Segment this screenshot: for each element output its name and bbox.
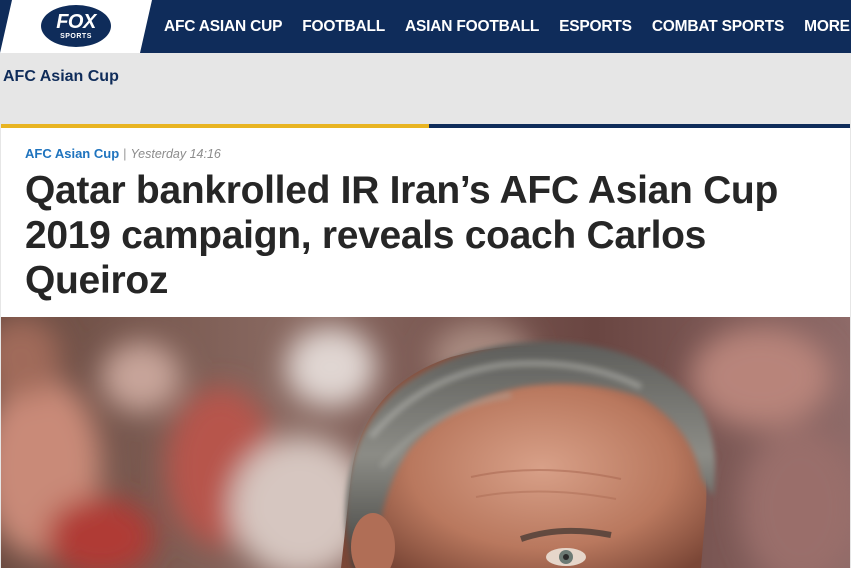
main-nav: AFC ASIAN CUP FOOTBALL ASIAN FOOTBALL ES… (164, 0, 850, 53)
article-category-link[interactable]: AFC Asian Cup (25, 146, 119, 161)
hero-photo-illustration (1, 317, 850, 568)
article-timestamp: Yesterday 14:16 (130, 147, 221, 161)
nav-item-combat-sports[interactable]: COMBAT SPORTS (652, 18, 785, 36)
nav-item-esports[interactable]: ESPORTS (559, 18, 632, 36)
nav-item-football[interactable]: FOOTBALL (302, 18, 385, 36)
accent-stripe-gold (1, 124, 429, 128)
section-header: AFC Asian Cup (0, 53, 851, 103)
accent-stripe-navy (429, 124, 850, 128)
article-meta: AFC Asian Cup | Yesterday 14:16 (25, 146, 221, 161)
nav-item-more[interactable]: MORE (804, 18, 850, 36)
article-hero-image (1, 317, 850, 568)
nav-item-afc-asian-cup[interactable]: AFC ASIAN CUP (164, 18, 282, 36)
logo-text-sports: SPORTS (60, 33, 92, 40)
meta-separator: | (123, 146, 127, 161)
article-headline: Qatar bankrolled IR Iran’s AFC Asian Cup… (25, 169, 778, 302)
top-navigation-bar: FOX SPORTS AFC ASIAN CUP FOOTBALL ASIAN … (0, 0, 851, 53)
logo-text-fox: FOX (56, 11, 96, 33)
section-title[interactable]: AFC Asian Cup (3, 68, 119, 86)
nav-item-asian-football[interactable]: ASIAN FOOTBALL (405, 18, 539, 36)
fox-sports-logo[interactable]: FOX SPORTS (41, 5, 111, 47)
